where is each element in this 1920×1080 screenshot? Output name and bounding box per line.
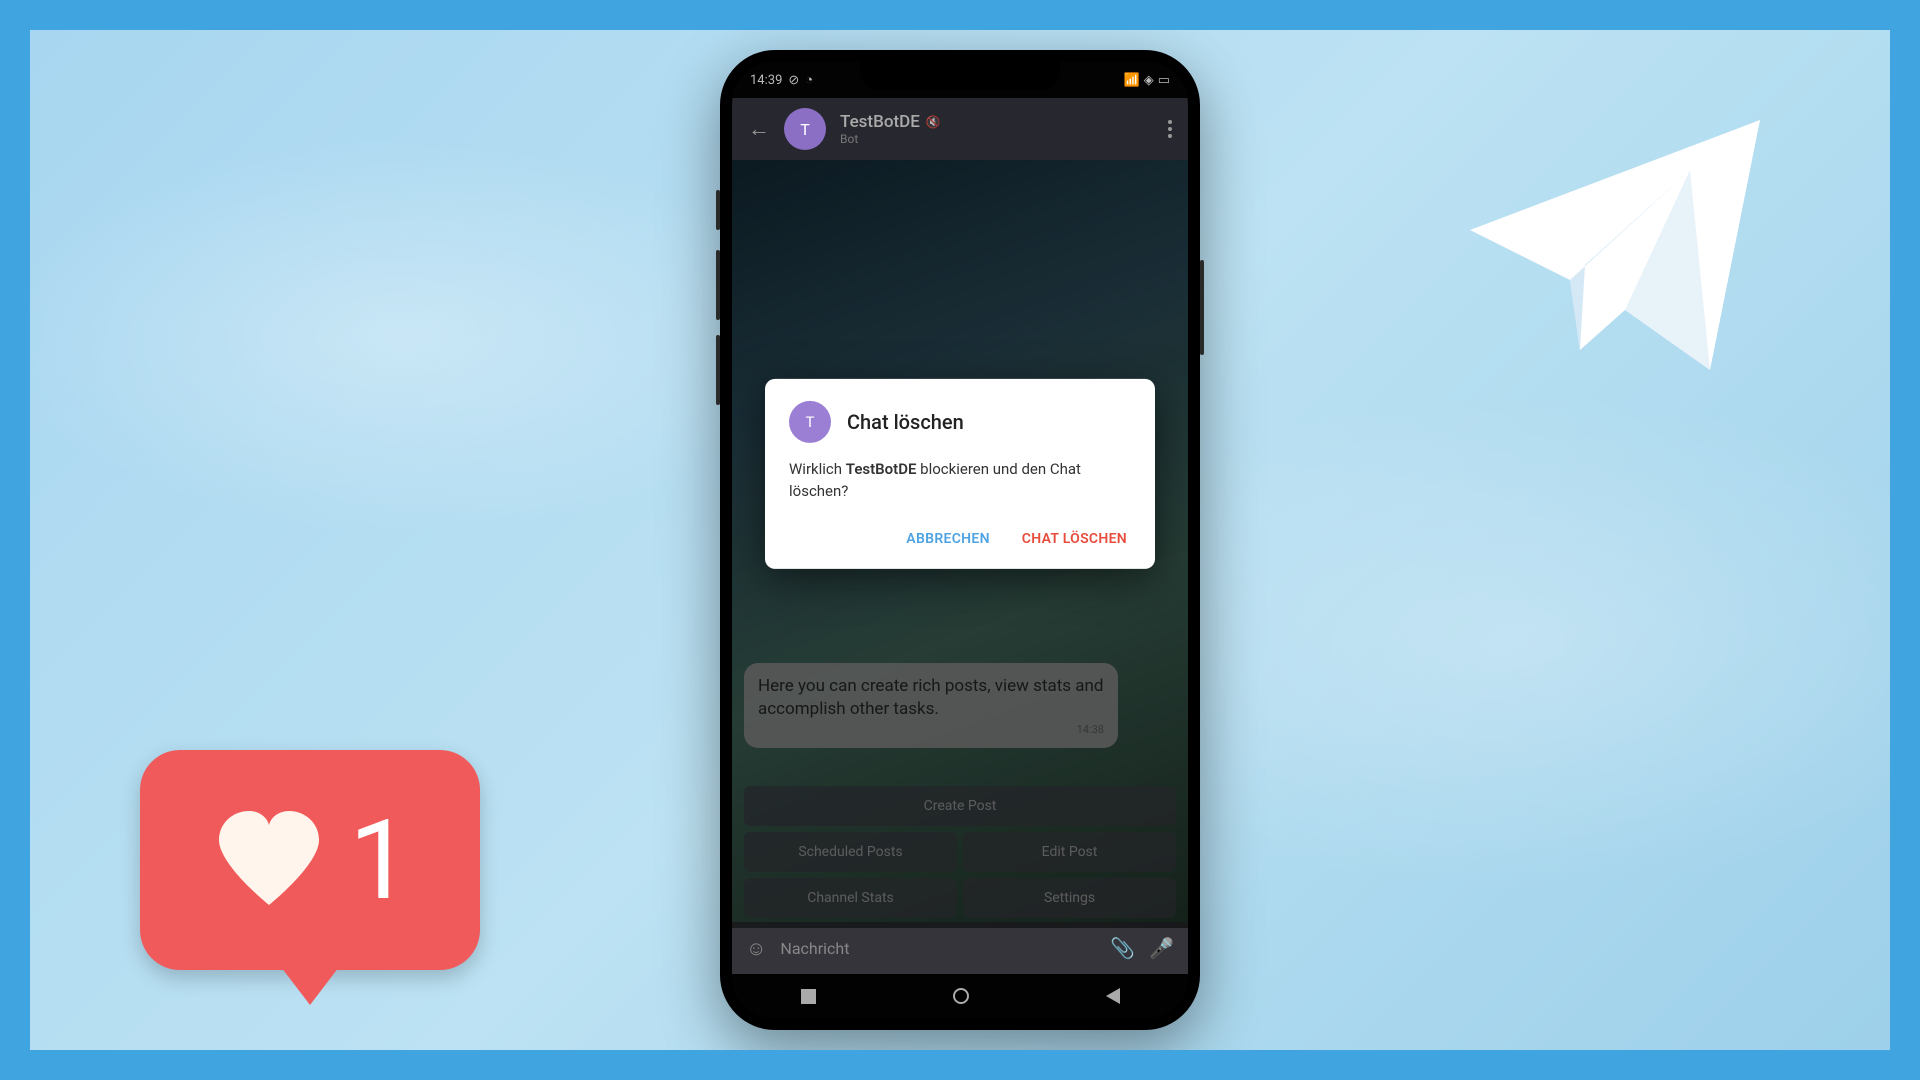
- emoji-icon[interactable]: ☺: [746, 936, 766, 961]
- delete-chat-dialog: T Chat löschen Wirklich TestBotDE blocki…: [765, 379, 1155, 569]
- attach-icon[interactable]: 📎: [1110, 936, 1135, 960]
- dialog-title: Chat löschen: [847, 410, 964, 434]
- background-panel: 1 14:39 ⊘ ◔ 📶 ◈ ▭: [30, 30, 1890, 1050]
- more-options-icon[interactable]: [1168, 120, 1172, 138]
- phone-screen: 14:39 ⊘ ◔ 📶 ◈ ▭ ← T: [732, 62, 1188, 1018]
- delete-chat-button[interactable]: CHAT LÖSCHEN: [1018, 522, 1131, 554]
- android-nav-bar: [732, 974, 1188, 1018]
- whatsapp-icon: ◔: [805, 72, 813, 88]
- phone-notch: [860, 62, 1060, 90]
- battery-icon: ▭: [1158, 73, 1170, 88]
- mic-icon[interactable]: 🎤: [1149, 936, 1174, 960]
- back-arrow-icon[interactable]: ←: [748, 116, 770, 142]
- nav-recent-icon[interactable]: [801, 989, 816, 1004]
- nav-home-icon[interactable]: [953, 988, 969, 1004]
- cancel-button[interactable]: ABBRECHEN: [902, 522, 993, 554]
- avatar-letter: T: [800, 120, 810, 139]
- status-time: 14:39: [750, 73, 782, 88]
- mute-icon: 🔇: [926, 115, 941, 129]
- message-input-bar: ☺ Nachricht 📎 🎤: [732, 922, 1188, 974]
- phone-power-button: [1200, 260, 1204, 355]
- dialog-text-prefix: Wirklich: [789, 460, 846, 478]
- chat-header-info[interactable]: TestBotDE 🔇 Bot: [840, 112, 1154, 146]
- chat-avatar[interactable]: T: [784, 108, 826, 150]
- dialog-body: Wirklich TestBotDE blockieren und den Ch…: [789, 459, 1131, 503]
- phone-frame: 14:39 ⊘ ◔ 📶 ◈ ▭ ← T: [720, 50, 1200, 1030]
- chat-header: ← T TestBotDE 🔇 Bot: [732, 98, 1188, 160]
- dialog-avatar-letter: T: [806, 413, 815, 431]
- phone-volume-up: [716, 250, 720, 320]
- nav-back-icon[interactable]: [1106, 988, 1120, 1004]
- dnd-icon: ⊘: [788, 73, 799, 88]
- heart-icon: [209, 805, 329, 915]
- outer-frame: 1 14:39 ⊘ ◔ 📶 ◈ ▭: [0, 0, 1920, 1080]
- phone-volume-down: [716, 335, 720, 405]
- signal-icon: 📶: [1124, 73, 1140, 88]
- telegram-logo-icon: [1450, 100, 1780, 394]
- message-input[interactable]: Nachricht: [780, 939, 1096, 958]
- wifi-icon: ◈: [1144, 73, 1154, 88]
- like-count: 1: [349, 796, 411, 925]
- phone-side-button: [716, 190, 720, 230]
- dialog-avatar: T: [789, 401, 831, 443]
- chat-subtitle: Bot: [840, 132, 1154, 146]
- dialog-text-bold: TestBotDE: [846, 460, 917, 478]
- like-notification: 1: [140, 750, 480, 970]
- chat-title: TestBotDE: [840, 112, 920, 132]
